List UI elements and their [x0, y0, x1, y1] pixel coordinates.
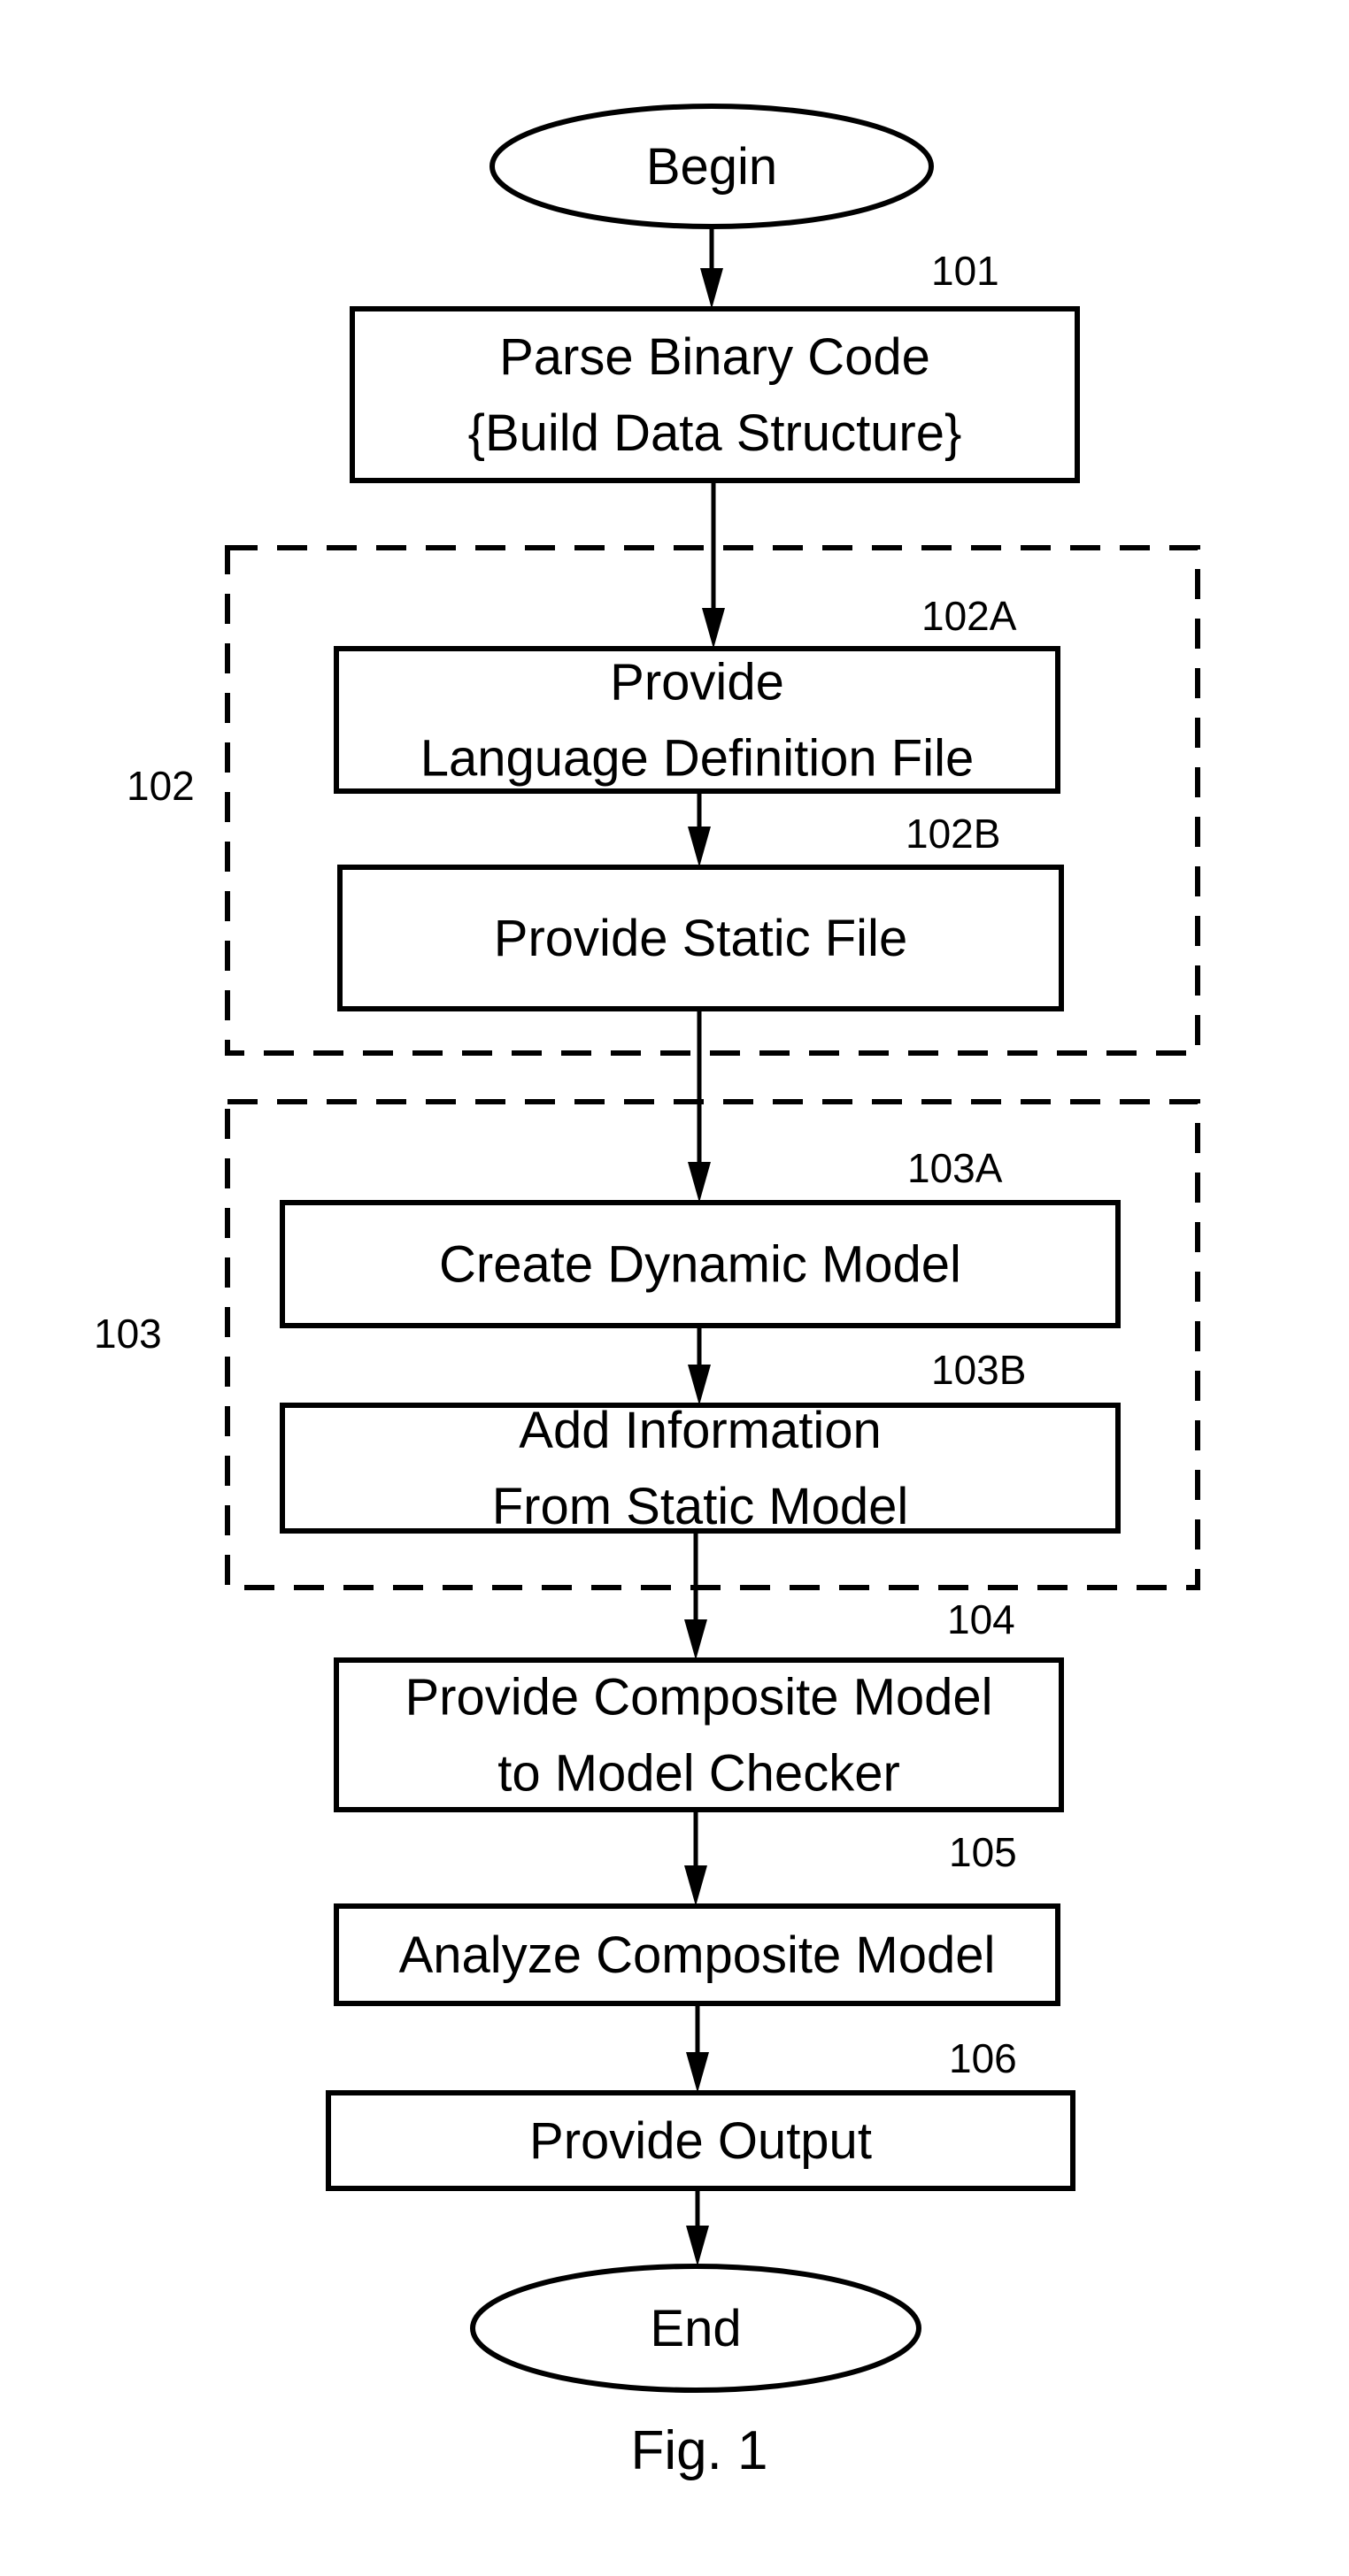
step-ref-label: 105	[949, 1829, 1017, 1875]
edge-102A-to-102B	[688, 791, 711, 867]
step-105: Analyze Composite Model	[334, 1903, 1060, 2006]
arrow-down-icon	[686, 2052, 709, 2093]
step-ref-label: 101	[931, 248, 999, 294]
edge-103B-to-104	[684, 1531, 707, 1660]
step-ref-label: 106	[949, 2035, 1017, 2081]
flowchart: Begin Parse Binary Code {Build Data Struct…	[94, 104, 1200, 2481]
group-102-ref-label: 102	[127, 763, 195, 809]
step-106: Provide Output	[326, 2090, 1075, 2191]
step-label-line: Create Dynamic Model	[439, 1236, 961, 1294]
step-102B: Provide Static File	[337, 865, 1064, 1011]
arrow-down-icon	[684, 1865, 707, 1906]
arrow-down-icon	[688, 827, 711, 867]
step-102A: Provide Language Definition File	[334, 646, 1060, 794]
step-label-line: Begin	[646, 138, 777, 196]
step-label-line: Provide Composite Model	[405, 1669, 992, 1726]
step-103B: Add Information From Static Model	[280, 1402, 1121, 1535]
edge-102B-to-103A	[688, 1009, 711, 1203]
step-101: Parse Binary Code {Build Data Structure}	[350, 306, 1080, 483]
step-ref-label: 102B	[906, 811, 1000, 857]
step-label-line: Provide	[610, 654, 784, 711]
step-ref-label: 103B	[931, 1347, 1026, 1393]
edge-begin-to-101	[700, 227, 723, 309]
step-label-line: Provide Output	[529, 2112, 872, 2170]
edge-101-to-102A	[702, 481, 725, 649]
arrow-down-icon	[702, 608, 725, 649]
step-103A: Create Dynamic Model	[280, 1200, 1121, 1328]
edge-106-to-end	[686, 2188, 709, 2266]
arrow-down-icon	[686, 2226, 709, 2266]
terminal-end: End	[470, 2264, 921, 2393]
arrow-down-icon	[700, 268, 723, 309]
edge-104-to-105	[684, 1810, 707, 1906]
step-label-line: Parse Binary Code	[499, 328, 930, 386]
step-ref-label: 103A	[907, 1145, 1003, 1191]
arrow-down-icon	[684, 1619, 707, 1660]
step-label-line: End	[650, 2300, 741, 2357]
step-ref-label: 104	[947, 1596, 1015, 1642]
step-label-line: Analyze Composite Model	[399, 1926, 996, 1984]
arrow-down-icon	[688, 1365, 711, 1405]
step-label-line: {Build Data Structure}	[468, 404, 962, 462]
edge-105-to-106	[686, 2003, 709, 2093]
edge-103A-to-103B	[688, 1326, 711, 1405]
step-label-line: Provide Static File	[494, 910, 907, 967]
terminal-begin: Begin	[489, 104, 934, 229]
arrow-down-icon	[688, 1162, 711, 1203]
step-label-line: From Static Model	[492, 1478, 909, 1535]
group-103-ref-label: 103	[94, 1311, 162, 1357]
figure-caption: Fig. 1	[630, 2420, 767, 2481]
step-label-line: Add Information	[519, 1402, 881, 1459]
step-104: Provide Composite Model to Model Checker	[334, 1657, 1064, 1812]
step-label-line: to Model Checker	[497, 1745, 900, 1803]
step-ref-label: 102A	[921, 593, 1017, 639]
step-label-line: Language Definition File	[420, 730, 975, 788]
